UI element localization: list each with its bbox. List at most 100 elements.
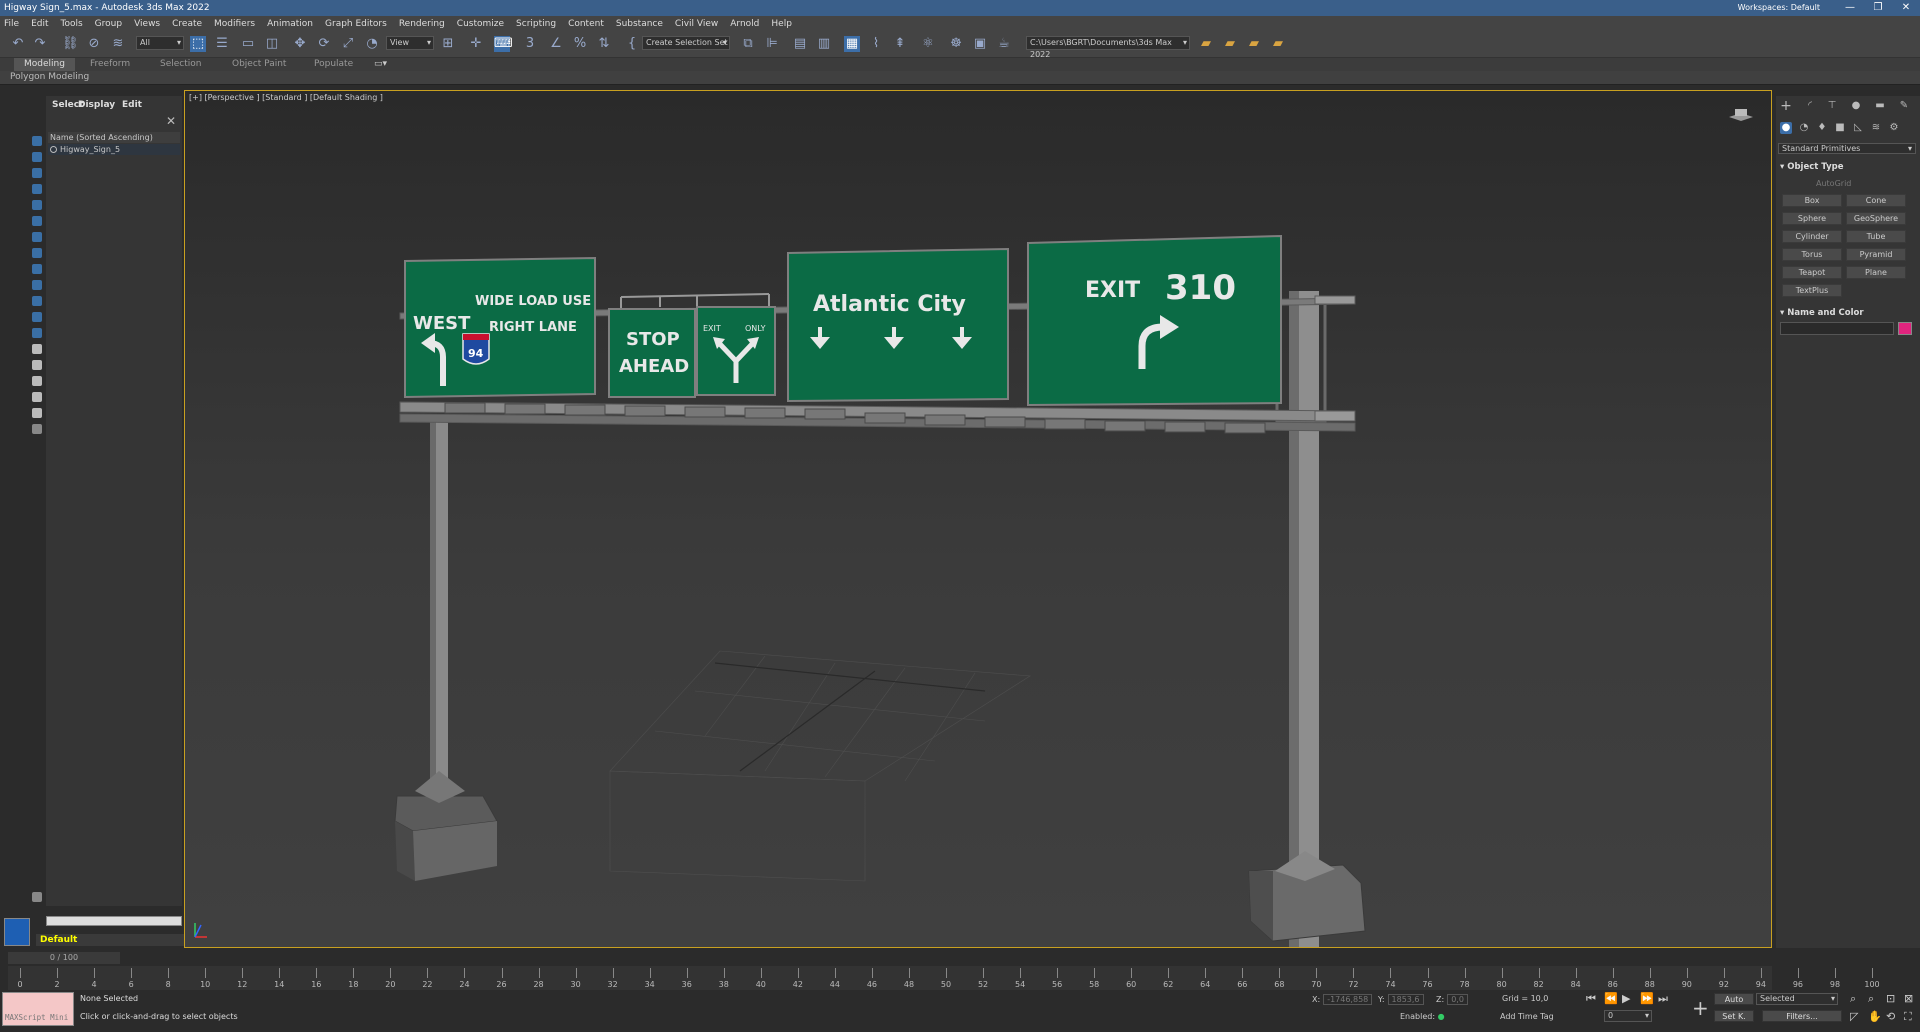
box-button[interactable]: Box <box>1782 194 1842 207</box>
display-bones-icon[interactable] <box>32 264 42 274</box>
menu-content[interactable]: Content <box>568 19 604 29</box>
key-filters-button[interactable]: Filters... <box>1762 1010 1842 1022</box>
display-spacewarps-icon[interactable] <box>32 216 42 226</box>
autogrid-checkbox[interactable]: AutoGrid <box>1816 179 1851 188</box>
zoom-extents-all-icon[interactable]: ⊠ <box>1904 992 1913 1005</box>
previous-frame-icon[interactable]: ⏪ <box>1604 992 1618 1005</box>
pivot-icon[interactable]: ⊞ <box>440 36 456 52</box>
play-icon[interactable]: ▶ <box>1622 992 1630 1005</box>
x-coordinate[interactable]: X: -1746,858 <box>1312 994 1373 1005</box>
cone-button[interactable]: Cone <box>1846 194 1906 207</box>
project-path-dropdown[interactable]: C:\Users\BGRT\Documents\3ds Max 2022 <box>1026 36 1190 59</box>
eye-icon[interactable] <box>50 146 57 153</box>
collapse-icon[interactable] <box>32 424 42 434</box>
auto-key-button[interactable]: Auto <box>1714 993 1754 1005</box>
display-cameras-icon[interactable] <box>32 184 42 194</box>
torus-button[interactable]: Torus <box>1782 248 1842 261</box>
display-groups-icon[interactable] <box>32 232 42 242</box>
rect-selection-icon[interactable]: ▭ <box>240 36 256 52</box>
field-of-view-icon[interactable]: ◸ <box>1850 1010 1858 1023</box>
tube-button[interactable]: Tube <box>1846 230 1906 243</box>
expand-panel-icon[interactable] <box>32 892 42 902</box>
ref-coord-dropdown[interactable]: View <box>386 36 434 50</box>
material-editor-icon[interactable]: ⚛ <box>920 36 936 52</box>
menu-edit[interactable]: Edit <box>31 19 48 29</box>
menu-graph-editors[interactable]: Graph Editors <box>325 19 387 29</box>
maximize-viewport-icon[interactable]: ⛶ <box>1904 1010 1912 1024</box>
scale-icon[interactable]: ⤢ <box>340 36 356 52</box>
redo-icon[interactable]: ↷ <box>32 36 48 52</box>
adaptive-degradation[interactable]: Enabled: ● <box>1400 1012 1445 1021</box>
schematic-view-icon[interactable]: ⇞ <box>892 36 908 52</box>
render-production-icon[interactable]: ☕ <box>996 36 1012 52</box>
maximize-button[interactable]: ❐ <box>1864 0 1892 16</box>
angle-snap-icon[interactable]: ∠ <box>548 36 564 52</box>
set-key-button[interactable]: Set K. <box>1714 1010 1754 1022</box>
hierarchy-tab-icon[interactable]: ⊤ <box>1826 100 1838 112</box>
link-icon[interactable]: ⛓ <box>62 36 79 52</box>
menu-create[interactable]: Create <box>172 19 202 29</box>
name-color-rollout[interactable]: ▾ Name and Color <box>1780 308 1864 318</box>
window-crossing-icon[interactable]: ◫ <box>264 36 280 52</box>
select-object-icon[interactable]: ⬚ <box>190 36 206 52</box>
menu-substance[interactable]: Substance <box>616 19 663 29</box>
spacewarps-icon[interactable]: ≋ <box>1870 122 1882 134</box>
key-filter-dropdown[interactable]: Selected <box>1756 993 1838 1005</box>
shapes-icon[interactable]: ◔ <box>1798 122 1810 134</box>
perspective-viewport[interactable]: [+] [Perspective ] [Standard ] [Default … <box>184 90 1772 948</box>
set-key-icon[interactable]: + <box>1692 996 1709 1020</box>
cameras-icon[interactable]: ■ <box>1834 122 1846 134</box>
menu-rendering[interactable]: Rendering <box>399 19 445 29</box>
close-button[interactable]: ✕ <box>1892 0 1920 16</box>
tab-modeling[interactable]: Modeling <box>14 58 75 71</box>
spinner-snap-icon[interactable]: ⇅ <box>596 36 612 52</box>
display-tab-icon[interactable]: ▬ <box>1874 100 1886 112</box>
category-dropdown[interactable]: Standard Primitives <box>1778 143 1916 154</box>
geometry-icon[interactable]: ● <box>1780 122 1792 134</box>
keyboard-shortcut-icon[interactable]: ⌨ <box>494 36 513 52</box>
pan-icon[interactable]: ✋ <box>1868 1010 1882 1023</box>
select-by-name-icon[interactable]: ☰ <box>214 36 230 52</box>
minimize-button[interactable]: — <box>1836 0 1864 16</box>
y-coordinate[interactable]: Y: 1853,6 <box>1378 994 1424 1005</box>
go-to-end-icon[interactable]: ⏭ <box>1658 992 1668 1006</box>
sphere-button[interactable]: Sphere <box>1782 212 1842 225</box>
layer-explorer-icon[interactable]: ▤ <box>792 36 808 52</box>
menu-help[interactable]: Help <box>771 19 792 29</box>
polygon-modeling-label[interactable]: Polygon Modeling <box>10 72 89 82</box>
curve-editor-icon[interactable]: ⌇ <box>868 36 884 52</box>
motion-tab-icon[interactable]: ● <box>1850 100 1862 112</box>
next-frame-icon[interactable]: ⏩ <box>1640 992 1654 1005</box>
zoom-extents-icon[interactable]: ⊡ <box>1886 992 1895 1005</box>
menu-customize[interactable]: Customize <box>457 19 504 29</box>
teapot-button[interactable]: Teapot <box>1782 266 1842 279</box>
object-name-field[interactable] <box>1780 322 1894 335</box>
render-setup-icon[interactable]: ☸ <box>948 36 964 52</box>
display-lights-icon[interactable] <box>32 168 42 178</box>
percent-snap-icon[interactable]: % <box>572 36 588 52</box>
display-containers-icon[interactable] <box>32 280 42 290</box>
modify-tab-icon[interactable]: ◜ <box>1804 100 1816 112</box>
display-helpers-icon[interactable] <box>32 200 42 210</box>
menu-group[interactable]: Group <box>95 19 122 29</box>
textplus-button[interactable]: TextPlus <box>1782 284 1842 297</box>
list-item[interactable]: Higway_Sign_5 <box>48 144 180 155</box>
display-all-icon[interactable] <box>32 328 42 338</box>
zoom-all-icon[interactable]: ⌕ <box>1868 992 1874 1006</box>
project-folder-icon[interactable]: ▰ <box>1198 36 1214 52</box>
bind-spacewarp-icon[interactable]: ≋ <box>110 36 126 52</box>
scene-explorer-icon[interactable]: ▦ <box>844 36 860 52</box>
display-frozen-icon[interactable] <box>32 296 42 306</box>
lights-icon[interactable]: ♦ <box>1816 122 1828 134</box>
edit-named-sets-icon[interactable]: { <box>624 36 640 52</box>
zoom-icon[interactable]: ⌕ <box>1850 992 1856 1006</box>
display-none-icon[interactable] <box>32 344 42 354</box>
pyramid-button[interactable]: Pyramid <box>1846 248 1906 261</box>
z-coordinate[interactable]: Z: 0,0 <box>1436 994 1468 1005</box>
menu-modifiers[interactable]: Modifiers <box>214 19 255 29</box>
orbit-icon[interactable]: ⟲ <box>1886 1010 1895 1023</box>
utilities-tab-icon[interactable]: ✎ <box>1898 100 1910 112</box>
snap-3d-icon[interactable]: 3 <box>522 36 538 52</box>
tab-object-paint[interactable]: Object Paint <box>232 58 286 71</box>
systems-icon[interactable]: ⚙ <box>1888 122 1900 134</box>
